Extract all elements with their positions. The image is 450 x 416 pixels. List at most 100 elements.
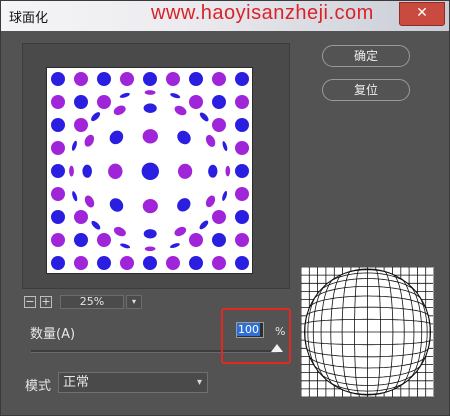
pattern-dot xyxy=(170,93,181,99)
pattern-dot xyxy=(84,134,95,147)
pattern-dot xyxy=(212,233,226,247)
mode-label: 模式 xyxy=(25,379,52,394)
pattern-dot xyxy=(74,118,88,132)
reset-button[interactable]: 复位 xyxy=(322,79,410,101)
spherized-dots-preview xyxy=(51,72,249,270)
pattern-dot xyxy=(97,256,111,270)
pattern-dot xyxy=(174,105,187,116)
grid-line xyxy=(301,295,433,308)
pattern-dot xyxy=(235,118,249,132)
watermark-text: www.haoyisanzheji.com xyxy=(151,2,374,24)
pattern-dot xyxy=(51,256,65,270)
pattern-dot xyxy=(91,220,101,230)
pattern-dot xyxy=(177,163,193,179)
pattern-dot xyxy=(109,198,124,212)
pattern-dot xyxy=(74,95,88,109)
mode-select[interactable]: 正常 ▾ xyxy=(58,372,208,393)
pattern-dot xyxy=(72,191,78,202)
pattern-dot xyxy=(199,220,209,230)
pattern-dot xyxy=(97,72,111,86)
pattern-dot xyxy=(51,210,65,224)
grid-line xyxy=(301,272,433,284)
preview-panel xyxy=(22,43,290,289)
pattern-dot xyxy=(235,72,249,86)
pattern-dot xyxy=(177,198,191,212)
minus-icon: − xyxy=(25,295,35,308)
pattern-dot xyxy=(222,141,228,152)
amount-label: 数量(A) xyxy=(30,327,76,342)
grid-line xyxy=(301,380,433,392)
pattern-dot xyxy=(51,187,65,201)
highlight-box xyxy=(221,308,291,364)
pattern-dot xyxy=(143,256,157,270)
pattern-dot xyxy=(120,256,134,270)
pattern-dot xyxy=(235,233,249,247)
pattern-dot xyxy=(97,95,111,109)
pattern-dot xyxy=(143,103,157,114)
pattern-dot xyxy=(91,112,101,122)
chevron-down-icon: ▾ xyxy=(196,377,202,388)
chevron-down-icon: ▾ xyxy=(131,297,136,306)
pattern-dot xyxy=(189,256,203,270)
pattern-dot xyxy=(235,210,249,224)
pattern-dot xyxy=(189,72,203,86)
pattern-dot xyxy=(74,256,88,270)
close-button[interactable]: ✕ xyxy=(399,2,445,26)
grid-line xyxy=(301,388,433,395)
pattern-dot xyxy=(74,210,88,224)
pattern-dot xyxy=(212,72,226,86)
pattern-dot xyxy=(225,165,231,177)
preview-image[interactable] xyxy=(46,67,253,274)
zoom-level: 25% xyxy=(60,295,124,309)
pattern-dot xyxy=(82,164,93,178)
pattern-dot xyxy=(120,72,134,86)
pattern-dot xyxy=(51,164,65,178)
pattern-dot xyxy=(51,233,65,247)
pattern-dot xyxy=(189,233,203,247)
pattern-dot xyxy=(84,195,95,208)
pattern-dot xyxy=(108,163,123,179)
pattern-dot xyxy=(51,95,65,109)
pattern-dot xyxy=(166,256,180,270)
close-icon: ✕ xyxy=(416,5,428,21)
pattern-dot xyxy=(235,256,249,270)
pattern-dot xyxy=(97,233,111,247)
pattern-dot xyxy=(235,187,249,201)
pattern-dot xyxy=(119,92,130,98)
zoom-in-button[interactable]: + xyxy=(40,296,52,308)
pattern-dot xyxy=(143,229,157,239)
pattern-dot xyxy=(177,130,191,145)
pattern-dot xyxy=(235,164,249,178)
zoom-out-button[interactable]: − xyxy=(24,296,36,308)
pattern-dot xyxy=(205,195,216,208)
pattern-dot xyxy=(120,243,131,249)
pattern-dot xyxy=(69,165,74,177)
mode-selected: 正常 xyxy=(63,375,90,390)
pattern-dot xyxy=(51,118,65,132)
pattern-dot xyxy=(71,140,77,151)
pattern-dot xyxy=(212,118,226,132)
spherize-dialog: 球面化 www.haoyisanzheji.com ✕ 确定 复位 − + 25… xyxy=(0,0,450,416)
pattern-dot xyxy=(142,198,158,214)
pattern-dot xyxy=(222,190,228,201)
window-title: 球面化 xyxy=(9,11,49,26)
pattern-dot xyxy=(113,226,126,237)
pattern-dot xyxy=(212,210,226,224)
pattern-dot xyxy=(144,90,156,95)
grid-line xyxy=(301,269,433,276)
zoom-dropdown[interactable]: ▾ xyxy=(126,295,142,309)
pattern-dot xyxy=(109,130,124,145)
pattern-dot xyxy=(166,72,180,86)
pattern-dot xyxy=(235,141,249,155)
pattern-dot xyxy=(208,164,218,178)
pattern-dot xyxy=(189,95,203,109)
pattern-dot xyxy=(113,105,126,116)
pattern-dot xyxy=(74,233,88,247)
pattern-dot xyxy=(169,243,180,249)
grid-line xyxy=(301,356,433,369)
title-bar: 球面化 www.haoyisanzheji.com ✕ xyxy=(1,1,449,31)
pattern-dot xyxy=(235,95,249,109)
ok-button[interactable]: 确定 xyxy=(322,45,410,67)
pattern-dot xyxy=(143,72,157,86)
pattern-dot xyxy=(74,72,88,86)
